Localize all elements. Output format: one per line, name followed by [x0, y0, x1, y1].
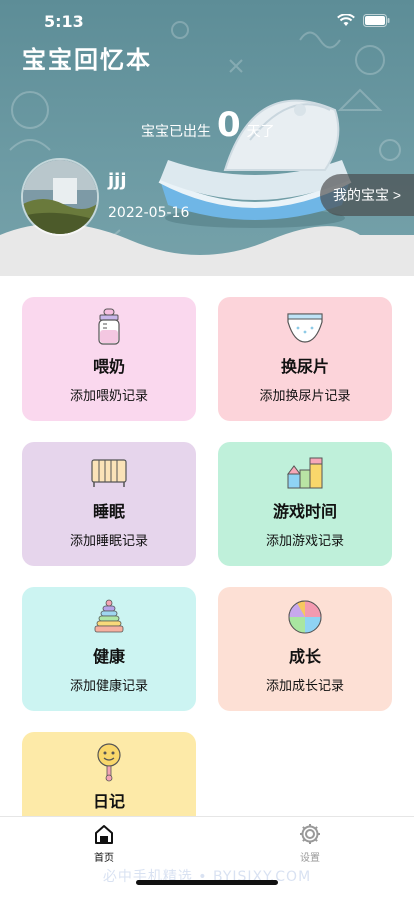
waterfall-photo — [23, 160, 97, 234]
born-days-line: 宝宝已出生 0 天了 — [141, 108, 275, 142]
baby-avatar[interactable] — [21, 158, 99, 236]
tab-home-label: 首页 — [94, 853, 114, 864]
gear-icon — [300, 824, 320, 844]
born-prefix: 宝宝已出生 — [141, 124, 211, 140]
baby-bottle-icon — [89, 307, 129, 347]
card-sleep-title: 睡眠 — [92, 502, 125, 521]
card-playtime-title: 游戏时间 — [272, 502, 337, 521]
toy-blocks-icon — [285, 452, 325, 492]
card-health[interactable]: 健康 添加健康记录 — [22, 587, 196, 711]
card-playtime-subtitle: 添加游戏记录 — [265, 534, 344, 549]
card-diaper[interactable]: 换尿片 添加换尿片记录 — [218, 297, 392, 421]
card-feeding-subtitle: 添加喂奶记录 — [69, 389, 148, 404]
card-growth-subtitle: 添加成长记录 — [265, 679, 344, 694]
born-suffix: 天了 — [246, 124, 275, 140]
baby-name: jjj — [108, 170, 127, 191]
card-playtime[interactable]: 游戏时间 添加游戏记录 — [218, 442, 392, 566]
app-title: 宝宝回忆本 — [22, 46, 152, 74]
home-indicator — [136, 880, 278, 885]
card-sleep-subtitle: 添加睡眠记录 — [69, 534, 148, 549]
home-icon — [95, 825, 113, 844]
days-count: 0 — [217, 105, 241, 145]
baby-birth-date: 2022-05-16 — [108, 205, 190, 221]
status-icons — [337, 14, 390, 27]
my-baby-button[interactable]: 我的宝宝 > — [320, 174, 414, 216]
card-feeding[interactable]: 喂奶 添加喂奶记录 — [22, 297, 196, 421]
tab-settings-label: 设置 — [300, 853, 320, 864]
ring-stacker-icon — [89, 597, 129, 637]
status-time: 5:13 — [44, 12, 84, 31]
card-health-title: 健康 — [92, 647, 125, 666]
ball-icon — [285, 597, 325, 637]
crib-icon — [89, 452, 129, 492]
wifi-icon — [337, 14, 355, 26]
header-banner: 5:13 宝宝回忆本 宝宝已出生 0 天了 jjj 2022-05-16 我的宝… — [0, 0, 414, 276]
card-sleep[interactable]: 睡眠 添加睡眠记录 — [22, 442, 196, 566]
tab-settings[interactable]: 设置 — [270, 823, 350, 864]
card-diaper-subtitle: 添加换尿片记录 — [259, 389, 351, 404]
diaper-icon — [285, 307, 325, 347]
rattle-icon — [89, 742, 129, 782]
card-diary-title: 日记 — [92, 792, 125, 811]
status-bar: 5:13 — [0, 0, 414, 44]
card-feeding-title: 喂奶 — [92, 357, 125, 376]
tab-home[interactable]: 首页 — [64, 823, 144, 864]
card-health-subtitle: 添加健康记录 — [69, 679, 148, 694]
battery-icon — [363, 14, 390, 27]
card-growth-title: 成长 — [288, 647, 321, 666]
card-diary[interactable]: 日记 — [22, 732, 196, 816]
card-diaper-title: 换尿片 — [280, 357, 329, 376]
card-growth[interactable]: 成长 添加成长记录 — [218, 587, 392, 711]
record-grid: 喂奶 添加喂奶记录 换尿片 添加换尿片记录 睡眠 添加睡眠记录 游戏时间 添加游… — [0, 276, 414, 816]
